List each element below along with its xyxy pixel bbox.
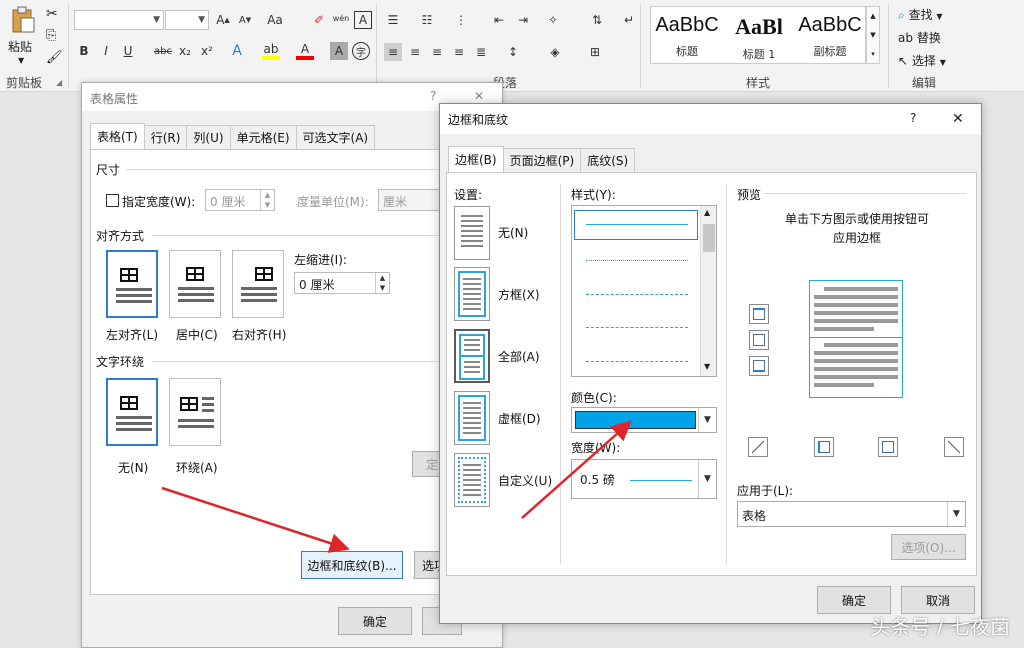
arrow-to-color-combo (521, 420, 632, 519)
annotation-arrows (161, 420, 632, 553)
watermark: 头条号 / 七夜菌 (870, 615, 1010, 639)
arrow-to-borders-button (161, 486, 350, 553)
